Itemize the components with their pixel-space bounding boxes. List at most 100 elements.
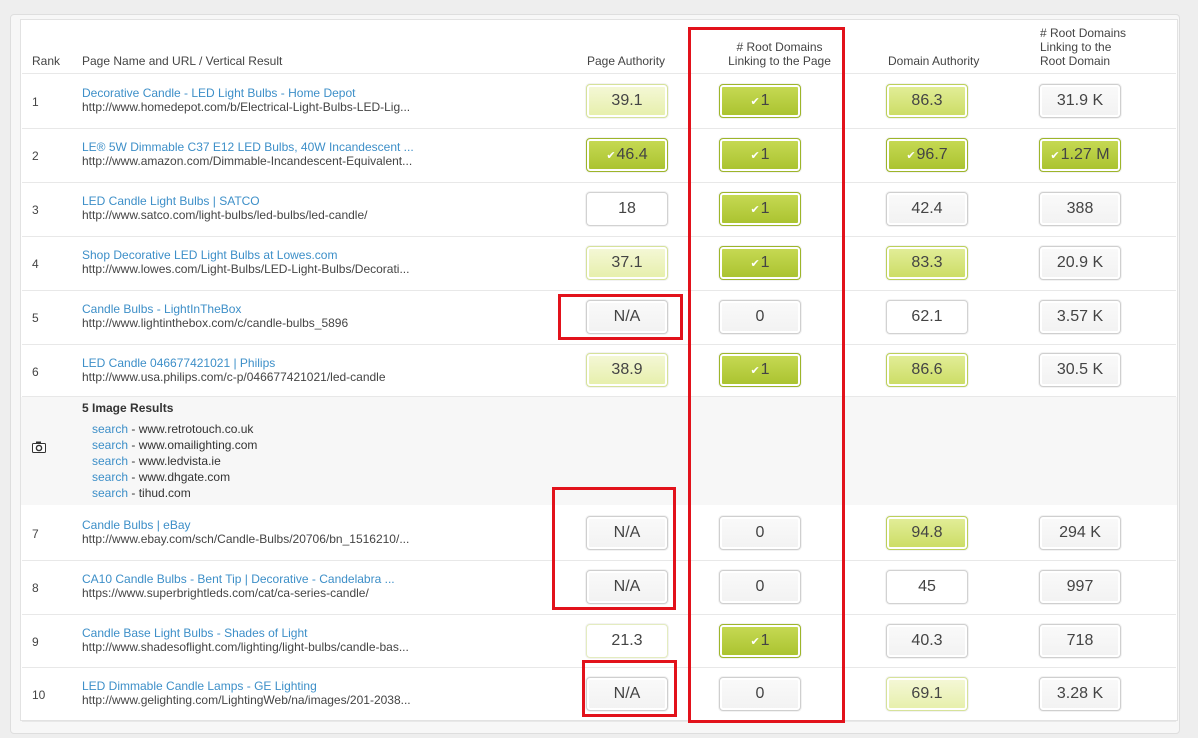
page-authority-cell: 39.1: [586, 84, 668, 118]
header-page-authority: Page Authority: [587, 54, 666, 68]
domain-authority-cell: 83.3: [886, 246, 968, 280]
root-domains-root-cell: ✔ 1.27 M: [1039, 138, 1121, 172]
metric-value: 45: [918, 578, 936, 595]
domain-authority-cell: 86.3: [886, 84, 968, 118]
image-result-item: search - www.omailighting.com: [92, 438, 258, 452]
metric-value: 3.57 K: [1056, 308, 1104, 325]
result-url: http://www.satco.com/light-bulbs/led-bul…: [82, 208, 368, 222]
result-url: http://www.homedepot.com/b/Electrical-Li…: [82, 100, 411, 114]
result-title-link[interactable]: Decorative Candle - LED Light Bulbs - Ho…: [82, 86, 355, 100]
domain-authority-cell: 94.8: [886, 516, 968, 550]
result-title-link[interactable]: CA10 Candle Bulbs - Bent Tip | Decorativ…: [82, 572, 395, 586]
metric-value: 21.3: [611, 632, 643, 649]
table-row: 2 LE® 5W Dimmable C37 E12 LED Bulbs, 40W …: [21, 128, 1177, 183]
result-title-link[interactable]: Shop Decorative LED Light Bulbs at Lowes…: [82, 248, 337, 262]
header-rank: Rank: [32, 54, 61, 68]
metric-value: 86.6: [911, 361, 943, 378]
image-search-link[interactable]: search: [92, 454, 128, 468]
result-title-link[interactable]: LED Candle 046677421021 | Philips: [82, 356, 275, 370]
image-search-link[interactable]: search: [92, 486, 128, 500]
rank-cell: 6: [32, 365, 39, 379]
camera-icon: [32, 441, 46, 456]
metric-value: 39.1: [611, 92, 643, 109]
rank-cell: 1: [32, 95, 39, 109]
rank-cell: 10: [32, 688, 46, 702]
table-row: 6 LED Candle 046677421021 | Philips http:/…: [21, 344, 1177, 397]
metric-value: 18: [618, 200, 636, 217]
root-domains-root-cell: 3.57 K: [1039, 300, 1121, 334]
root-domains-root-cell: 3.28 K: [1039, 677, 1121, 711]
metric-value: 86.3: [911, 92, 943, 109]
metric-value: 37.1: [611, 254, 643, 271]
check-icon: ✔: [906, 149, 916, 162]
metric-value: 388: [1066, 200, 1094, 217]
result-url: http://www.gelighting.com/LightingWeb/na…: [82, 693, 411, 707]
result-title-link[interactable]: LED Candle Light Bulbs | SATCO: [82, 194, 260, 208]
metric-value: 42.4: [911, 200, 943, 217]
root-domains-root-cell: 388: [1039, 192, 1121, 226]
result-title-link[interactable]: Candle Bulbs - LightInTheBox: [82, 302, 241, 316]
page-authority-cell: 21.3: [586, 624, 668, 658]
image-search-link[interactable]: search: [92, 438, 128, 452]
metric-value: 62.1: [911, 308, 943, 325]
row-divider: [22, 721, 1176, 722]
metric-value: 718: [1066, 632, 1094, 649]
rank-cell: 2: [32, 149, 39, 163]
table-row: 3 LED Candle Light Bulbs | SATCO http://ww…: [21, 182, 1177, 237]
metric-value: 94.8: [911, 524, 943, 541]
highlight-na-row-10: [582, 660, 677, 717]
result-title-link[interactable]: Candle Bulbs | eBay: [82, 518, 191, 532]
domain-authority-cell: 45: [886, 570, 968, 604]
highlight-na-rows-7-8: [552, 487, 676, 610]
metric-value: 20.9 K: [1056, 254, 1104, 271]
metric-value: 38.9: [611, 361, 643, 378]
rank-cell: 7: [32, 527, 39, 541]
root-domains-root-cell: 20.9 K: [1039, 246, 1121, 280]
rank-cell: 5: [32, 311, 39, 325]
rank-cell: 8: [32, 581, 39, 595]
image-search-link[interactable]: search: [92, 422, 128, 436]
metric-value: 40.3: [911, 632, 943, 649]
root-domains-root-cell: 718: [1039, 624, 1121, 658]
domain-authority-cell: 69.1: [886, 677, 968, 711]
result-url: http://www.shadesoflight.com/lighting/li…: [82, 640, 409, 654]
table-row: 1 Decorative Candle - LED Light Bulbs - H…: [21, 74, 1177, 129]
page-authority-cell: ✔ 46.4: [586, 138, 668, 172]
result-title-link[interactable]: Candle Base Light Bulbs - Shades of Ligh…: [82, 626, 307, 640]
page-authority-cell: 38.9: [586, 353, 668, 387]
check-icon: ✔: [606, 149, 616, 162]
header-domain-authority: Domain Authority: [888, 54, 980, 68]
result-title-link[interactable]: LED Dimmable Candle Lamps - GE Lighting: [82, 679, 317, 693]
image-result-item: search - tihud.com: [92, 486, 191, 500]
domain-authority-cell: 42.4: [886, 192, 968, 226]
result-url: http://www.ebay.com/sch/Candle-Bulbs/207…: [82, 532, 410, 546]
metric-value: 997: [1066, 578, 1094, 595]
check-icon: ✔: [1050, 149, 1060, 162]
root-domains-root-cell: 31.9 K: [1039, 84, 1121, 118]
image-results-block: 5 Image Results search - www.retrotouch.…: [82, 401, 257, 501]
result-title-link[interactable]: LE® 5W Dimmable C37 E12 LED Bulbs, 40W I…: [82, 140, 414, 154]
image-result-item: search - www.dhgate.com: [92, 470, 231, 484]
root-domains-root-cell: 30.5 K: [1039, 353, 1121, 387]
metric-value: 46.4: [616, 146, 648, 163]
domain-authority-cell: ✔ 96.7: [886, 138, 968, 172]
header-root-domains-root: # Root Domains Linking to the Root Domai…: [1040, 26, 1127, 68]
rank-cell: 3: [32, 203, 39, 217]
result-url: http://www.amazon.com/Dimmable-Incandesc…: [82, 154, 413, 168]
page-authority-cell: 37.1: [586, 246, 668, 280]
domain-authority-cell: 62.1: [886, 300, 968, 334]
metric-value: 30.5 K: [1056, 361, 1104, 378]
result-url: http://www.usa.philips.com/c-p/046677421…: [82, 370, 386, 384]
metric-value: 69.1: [911, 685, 943, 702]
metric-value: 96.7: [916, 146, 948, 163]
root-domains-root-cell: 997: [1039, 570, 1121, 604]
rank-cell: 9: [32, 635, 39, 649]
page-authority-cell: 18: [586, 192, 668, 226]
metric-value: 83.3: [911, 254, 943, 271]
metric-value: 1.27 M: [1060, 146, 1110, 163]
highlight-root-domains-column: [688, 27, 845, 723]
highlight-na-row-5: [558, 294, 683, 340]
metric-value: 31.9 K: [1056, 92, 1104, 109]
image-search-link[interactable]: search: [92, 470, 128, 484]
rank-cell: 4: [32, 257, 39, 271]
